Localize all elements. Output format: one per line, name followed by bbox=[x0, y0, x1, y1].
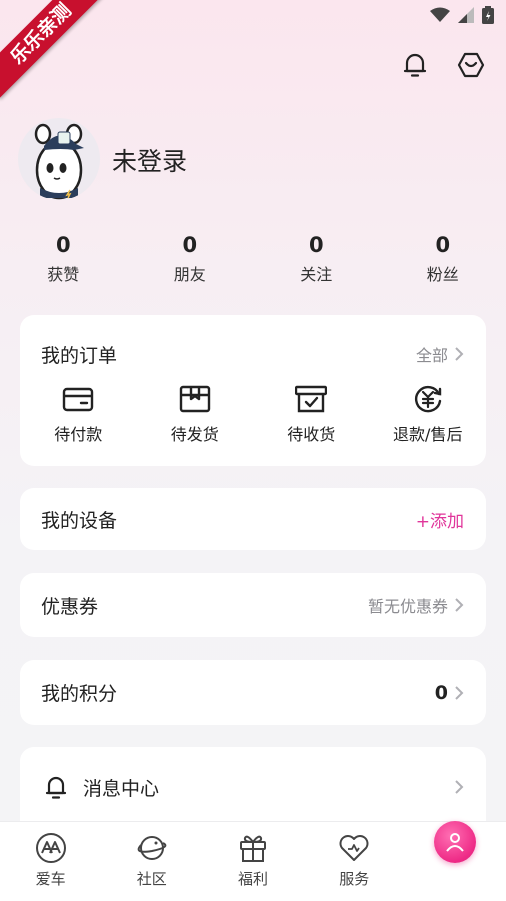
stat-label: 获赞 bbox=[47, 265, 80, 284]
bell-icon bbox=[403, 53, 427, 77]
gift-icon bbox=[240, 835, 266, 862]
status-icons bbox=[430, 6, 494, 24]
tab-label: 爱车 bbox=[35, 870, 66, 888]
orders-all-label: 全部 bbox=[415, 346, 448, 365]
device-row: 我的设备 +添加 bbox=[20, 488, 486, 550]
notification-button[interactable] bbox=[400, 50, 430, 80]
coupon-status-label: 暂无优惠券 bbox=[367, 597, 448, 616]
tab-car[interactable]: 爱车 bbox=[0, 822, 101, 901]
tab-label: 服务 bbox=[339, 870, 370, 888]
device-card[interactable]: 我的设备 +添加 bbox=[20, 488, 486, 550]
order-item-label: 待付款 bbox=[54, 425, 103, 444]
order-pending-payment[interactable]: 待付款 bbox=[28, 385, 128, 445]
points-title: 我的积分 bbox=[41, 683, 118, 705]
stat-label: 粉丝 bbox=[426, 265, 459, 284]
car-logo-icon bbox=[35, 833, 66, 863]
device-title: 我的设备 bbox=[41, 509, 118, 532]
message-row: 消息中心 bbox=[20, 747, 486, 827]
wallet-icon bbox=[63, 387, 94, 412]
chevron-right-icon bbox=[455, 598, 464, 612]
stat-label: 朋友 bbox=[173, 265, 206, 284]
order-item-label: 待收货 bbox=[287, 425, 336, 444]
tab-benefits[interactable]: 福利 bbox=[202, 822, 303, 901]
orders-header: 我的订单 全部 bbox=[20, 315, 486, 391]
battery-icon bbox=[482, 6, 494, 24]
points-card[interactable]: 我的积分 0 bbox=[20, 660, 486, 725]
order-status-row: 待付款 待发货 待收货 退款/售后 bbox=[20, 385, 486, 445]
bottom-tab-bar: 爱车 社区 福利 服务 bbox=[0, 821, 506, 901]
order-refund[interactable]: 退款/售后 bbox=[378, 385, 478, 445]
points-row: 我的积分 0 bbox=[20, 660, 486, 725]
stat-value: 0 bbox=[182, 233, 198, 257]
stat-value: 0 bbox=[55, 233, 71, 257]
stat-likes[interactable]: 0 获赞 bbox=[0, 232, 127, 285]
chevron-right-icon bbox=[455, 685, 464, 700]
points-value: 0 bbox=[434, 681, 448, 704]
tab-label: 社区 bbox=[136, 870, 167, 888]
package-icon bbox=[179, 385, 210, 413]
order-item-label: 退款/售后 bbox=[393, 425, 463, 444]
stats-row: 0 获赞 0 朋友 0 关注 0 粉丝 bbox=[0, 232, 506, 285]
profile-fab-button[interactable] bbox=[434, 821, 476, 863]
planet-icon bbox=[137, 836, 167, 860]
stat-friends[interactable]: 0 朋友 bbox=[127, 232, 254, 285]
username[interactable]: 未登录 bbox=[112, 142, 187, 178]
stat-label: 关注 bbox=[300, 265, 333, 284]
signal-icon bbox=[458, 7, 474, 23]
message-title: 消息中心 bbox=[83, 777, 160, 800]
coupon-title: 优惠券 bbox=[41, 595, 99, 618]
coupon-card[interactable]: 优惠券 暂无优惠券 bbox=[20, 573, 486, 637]
orders-card: 我的订单 全部 待付款 待发货 待收货 退款/售后 bbox=[20, 315, 486, 466]
heart-icon bbox=[339, 835, 369, 861]
chevron-right-icon bbox=[455, 347, 464, 361]
order-item-label: 待发货 bbox=[170, 425, 219, 444]
message-left: 消息中心 bbox=[41, 774, 159, 801]
settings-hex-icon bbox=[457, 52, 485, 78]
tab-services[interactable]: 服务 bbox=[304, 822, 405, 901]
stat-fans[interactable]: 0 粉丝 bbox=[380, 232, 506, 285]
settings-button[interactable] bbox=[456, 50, 486, 80]
chevron-right-icon bbox=[455, 780, 464, 794]
wifi-icon bbox=[430, 7, 450, 22]
tab-community[interactable]: 社区 bbox=[101, 822, 202, 901]
refund-icon bbox=[414, 385, 441, 413]
stat-value: 0 bbox=[308, 233, 324, 257]
avatar[interactable] bbox=[18, 118, 100, 200]
add-device-button[interactable]: +添加 bbox=[416, 507, 464, 532]
coupon-row: 优惠券 暂无优惠券 bbox=[20, 573, 486, 637]
bell-icon bbox=[45, 776, 67, 799]
order-pending-shipment[interactable]: 待发货 bbox=[145, 385, 245, 445]
tab-label: 福利 bbox=[238, 870, 269, 888]
stat-value: 0 bbox=[435, 233, 451, 257]
receive-box-icon bbox=[295, 385, 328, 413]
orders-all-link[interactable]: 全部 bbox=[416, 342, 464, 366]
orders-title: 我的订单 bbox=[41, 344, 118, 367]
stat-following[interactable]: 0 关注 bbox=[253, 232, 380, 285]
points-value-group: 0 bbox=[435, 682, 464, 704]
coupon-status: 暂无优惠券 bbox=[368, 593, 464, 617]
order-pending-receipt[interactable]: 待收货 bbox=[261, 385, 361, 445]
mascot-avatar-icon bbox=[34, 123, 84, 200]
top-actions bbox=[400, 50, 486, 80]
user-icon bbox=[446, 833, 464, 852]
